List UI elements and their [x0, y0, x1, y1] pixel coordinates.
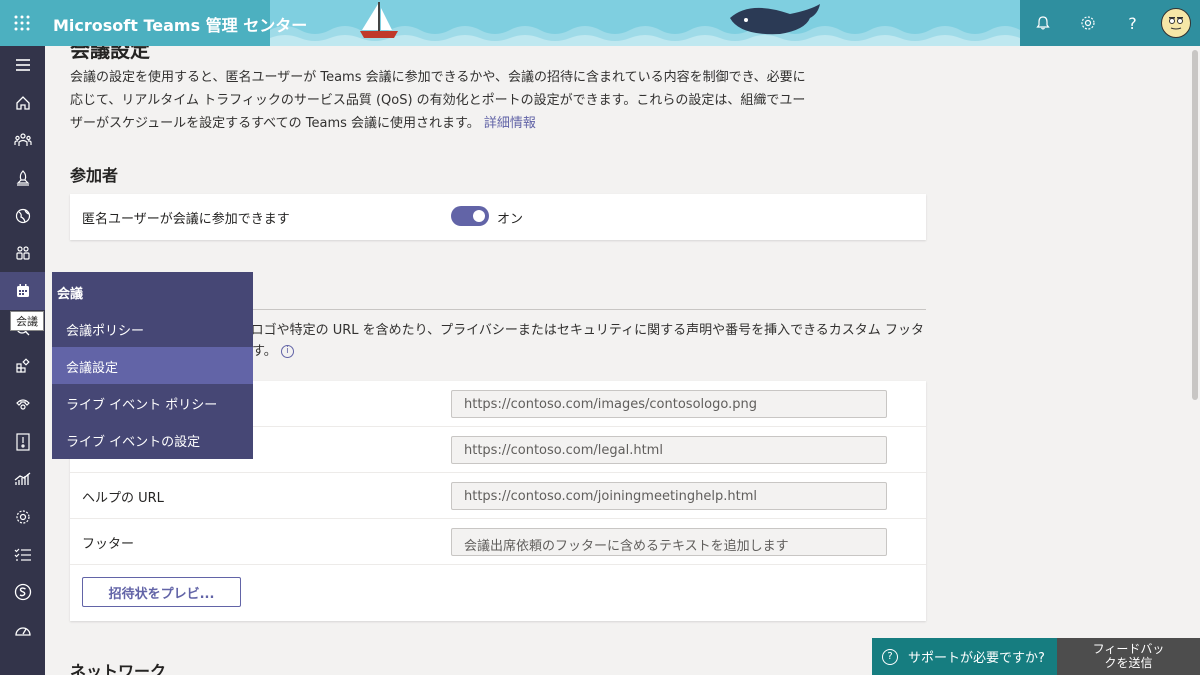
logo-url-input[interactable]: https://contoso.com/images/contosologo.p… — [451, 390, 887, 418]
apps-icon[interactable] — [0, 348, 45, 386]
support-label: サポートが必要ですか? — [908, 651, 1045, 666]
footer-row: フッター 会議出席依頼のフッターに含めるテキストを追加します — [70, 519, 926, 565]
help-circle-icon: ? — [882, 648, 898, 665]
settings-button[interactable] — [1065, 0, 1110, 46]
participants-section-title: 参加者 — [70, 166, 119, 185]
planning-icon[interactable] — [0, 536, 45, 574]
notifications-button[interactable] — [1020, 0, 1065, 46]
meetings-flyout-menu: 会議 会議ポリシー 会議設定 ライブ イベント ポリシー ライブ イベントの設定 — [52, 272, 253, 459]
deploy-icon[interactable] — [0, 159, 45, 197]
app-title: Microsoft Teams 管理 センター — [53, 16, 308, 35]
help-url-row: ヘルプの URL https://contoso.com/joiningmeet… — [70, 473, 926, 519]
help-icon: ? — [1128, 13, 1137, 33]
support-button[interactable]: ? サポートが必要ですか? — [872, 638, 1057, 675]
participants-card: 匿名ユーザーが会議に参加できます オン — [70, 194, 926, 240]
footer-input[interactable]: 会議出席依頼のフッターに含めるテキストを追加します — [451, 528, 887, 556]
page-scrollbar[interactable] — [1192, 50, 1198, 400]
voice-icon[interactable] — [0, 385, 45, 423]
anonymous-join-state: オン — [497, 212, 524, 227]
globe-icon[interactable] — [0, 197, 45, 235]
flyout-item-live-event-policies[interactable]: ライブ イベント ポリシー — [52, 384, 253, 421]
avatar[interactable] — [1161, 8, 1191, 38]
rail-tooltip: 会議 — [10, 311, 44, 331]
hamburger-icon[interactable] — [0, 46, 45, 84]
meetings-icon[interactable] — [0, 272, 45, 310]
info-icon[interactable]: i — [280, 345, 294, 358]
preview-row: 招待状をプレビ... — [70, 565, 926, 621]
learn-more-link[interactable]: 詳細情報 — [484, 116, 536, 131]
feedback-label-line1: フィードバッ — [1092, 642, 1165, 656]
header-banner-illustration — [270, 0, 1020, 46]
anonymous-join-toggle[interactable] — [451, 206, 489, 226]
top-header: Microsoft Teams 管理 センター ? — [0, 0, 1200, 46]
policy-package-icon[interactable] — [0, 423, 45, 461]
users-icon[interactable] — [0, 234, 45, 272]
teams-icon[interactable] — [0, 121, 45, 159]
page-intro: 会議の設定を使用すると、匿名ユーザーが Teams 会議に参加できるかや、会議の… — [70, 66, 810, 135]
analytics-icon[interactable] — [0, 461, 45, 499]
flyout-item-meeting-policies[interactable]: 会議ポリシー — [52, 310, 253, 347]
dashboard-icon[interactable] — [0, 611, 45, 649]
home-icon[interactable] — [0, 84, 45, 122]
bell-icon — [1035, 16, 1050, 30]
org-settings-icon[interactable] — [0, 498, 45, 536]
avatar-face-icon — [1169, 17, 1183, 30]
legal-url-input[interactable]: https://contoso.com/legal.html — [451, 436, 887, 464]
page-title: 会議設定 — [70, 46, 150, 62]
feedback-label-line2: クを送信 — [1104, 656, 1153, 670]
waffle-icon — [14, 15, 30, 31]
feedback-button[interactable]: フィードバッ クを送信 — [1057, 638, 1200, 675]
help-url-label: ヘルプの URL — [82, 491, 164, 506]
anonymous-join-label: 匿名ユーザーが会議に参加できます — [82, 212, 290, 227]
flyout-item-live-event-settings[interactable]: ライブ イベントの設定 — [52, 421, 253, 458]
intro-text: 会議の設定を使用すると、匿名ユーザーが Teams 会議に参加できるかや、会議の… — [70, 70, 806, 131]
anonymous-join-row: 匿名ユーザーが会議に参加できます オン — [70, 194, 926, 240]
flyout-item-meeting-settings[interactable]: 会議設定 — [52, 347, 253, 384]
header-actions: ? — [1020, 0, 1200, 46]
toggle-knob — [473, 210, 485, 222]
network-section-title: ネットワーク — [70, 662, 167, 675]
gear-icon — [1080, 16, 1095, 30]
preview-invitation-button[interactable]: 招待状をプレビ... — [82, 577, 241, 607]
app-launcher-button[interactable] — [0, 0, 44, 46]
help-button[interactable]: ? — [1110, 0, 1155, 46]
skype-icon[interactable] — [0, 574, 45, 612]
flyout-heading: 会議 — [57, 287, 84, 302]
footer-label: フッター — [82, 537, 135, 552]
left-nav-rail — [0, 46, 45, 675]
help-url-input[interactable]: https://contoso.com/joiningmeetinghelp.h… — [451, 482, 887, 510]
